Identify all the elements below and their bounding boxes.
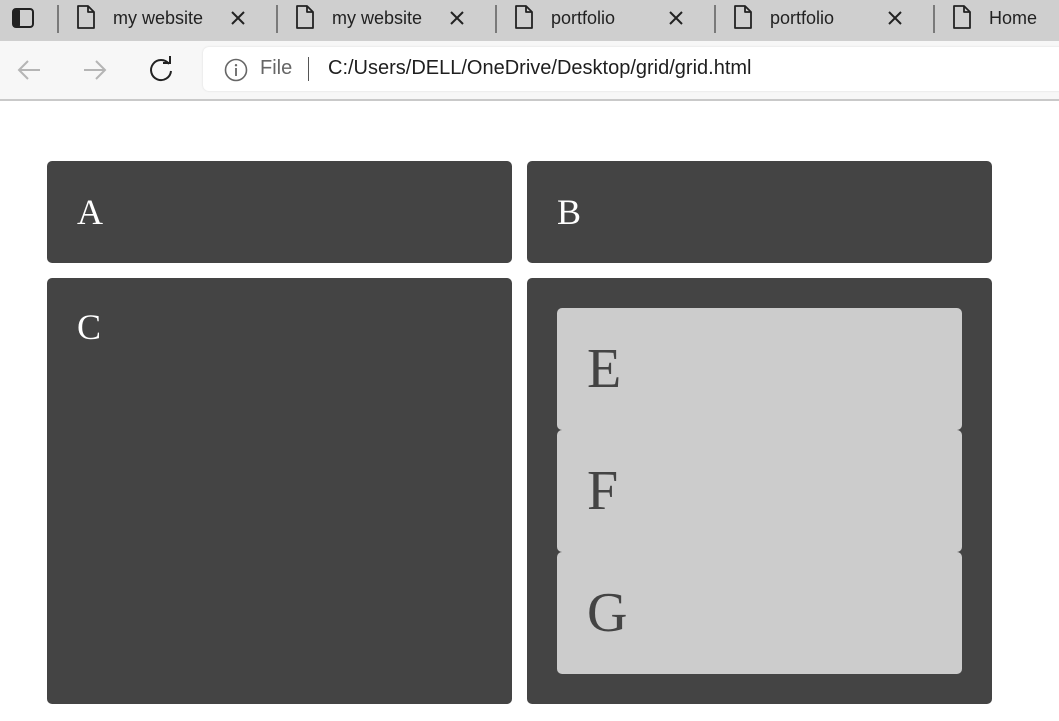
tab-title: my website <box>113 8 204 28</box>
tab-actions-menu[interactable] <box>10 7 36 29</box>
close-tab-icon[interactable] <box>667 9 685 27</box>
forward-arrow-icon[interactable] <box>80 55 110 85</box>
page-icon <box>734 5 752 29</box>
nested-item-f: F <box>557 430 962 552</box>
page-content: A B C E F G <box>0 101 1059 721</box>
tab-strip: my website my website portfolio portfoli… <box>0 0 1059 41</box>
tab-title: my website <box>332 8 423 28</box>
tab-title: portfolio <box>551 8 616 28</box>
grid-item-a: A <box>47 161 512 263</box>
close-tab-icon[interactable] <box>448 9 466 27</box>
grid-item-label: C <box>77 307 102 347</box>
info-icon[interactable] <box>224 58 248 82</box>
grid-item-c: C <box>47 278 512 704</box>
nested-item-e: E <box>557 308 962 430</box>
close-tab-icon[interactable] <box>886 9 904 27</box>
nested-item-label: E <box>587 338 622 400</box>
back-arrow-icon[interactable] <box>14 55 44 85</box>
tab-my-website-1[interactable]: my website <box>58 0 277 36</box>
grid-item-d-container: E F G <box>527 278 992 704</box>
tab-title: portfolio <box>770 8 835 28</box>
nested-item-g: G <box>557 552 962 674</box>
page-icon <box>77 5 95 29</box>
address-bar[interactable]: File C:/Users/DELL/OneDrive/Desktop/grid… <box>203 47 1059 91</box>
tab-portfolio-1[interactable]: portfolio <box>496 0 715 36</box>
tab-portfolio-2[interactable]: portfolio <box>715 0 934 36</box>
nested-item-label: F <box>587 460 619 522</box>
url-text[interactable]: C:/Users/DELL/OneDrive/Desktop/grid/grid… <box>328 57 751 80</box>
nested-item-label: G <box>587 582 628 644</box>
close-tab-icon[interactable] <box>229 9 247 27</box>
grid-item-label: B <box>557 192 582 232</box>
refresh-icon[interactable] <box>146 55 176 85</box>
tab-home[interactable]: Home <box>934 0 1059 36</box>
tab-actions-icon <box>12 8 34 28</box>
page-icon <box>296 5 314 29</box>
page-icon <box>953 5 971 29</box>
grid-item-b: B <box>527 161 992 263</box>
tab-title: Home <box>989 8 1038 28</box>
scheme-label: File <box>260 57 293 79</box>
address-divider <box>308 57 309 81</box>
browser-toolbar: File C:/Users/DELL/OneDrive/Desktop/grid… <box>0 41 1059 101</box>
page-icon <box>515 5 533 29</box>
tab-my-website-2[interactable]: my website <box>277 0 496 36</box>
grid-item-label: A <box>77 192 103 232</box>
